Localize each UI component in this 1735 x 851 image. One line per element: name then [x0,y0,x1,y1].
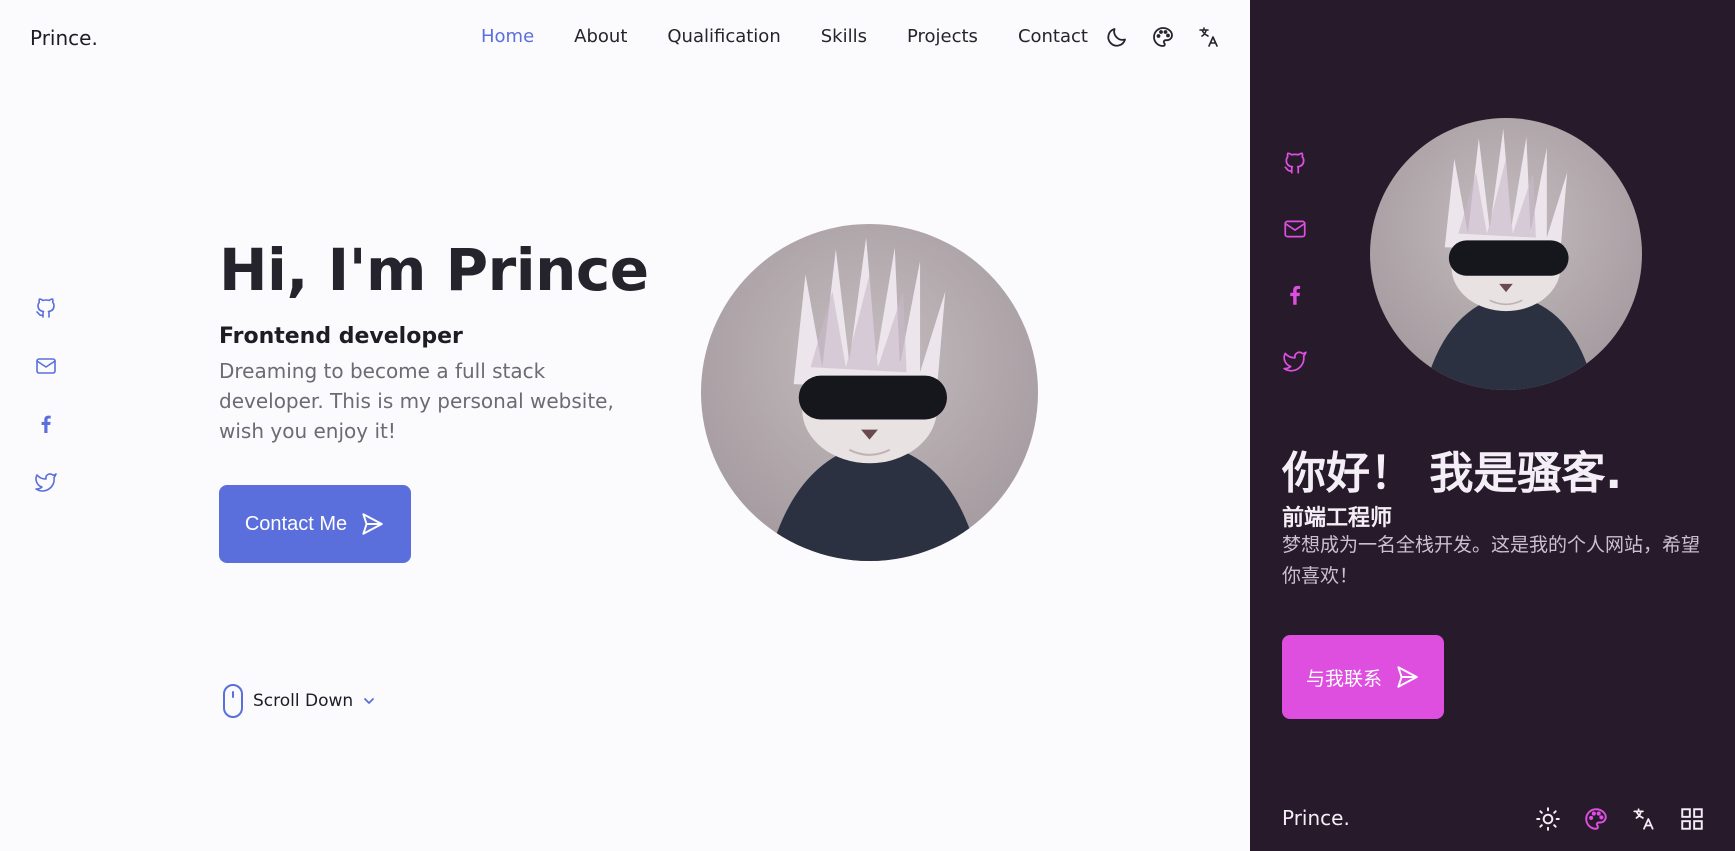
sun-icon[interactable] [1535,806,1561,836]
facebook-icon[interactable] [34,412,60,438]
dark-hero-subtitle: 前端工程师 [1282,506,1393,531]
send-icon [362,513,383,535]
grid-icon[interactable] [1679,806,1705,836]
translate-icon[interactable] [1196,24,1222,50]
dark-hero-title: 你好！ 我是骚客. [1282,448,1623,499]
dark-footer-icons [1535,806,1705,836]
scroll-down-link[interactable]: Scroll Down [221,683,377,719]
github-icon[interactable] [34,296,60,322]
twitter-icon[interactable] [34,470,60,496]
profile-avatar [701,224,1038,561]
contact-me-label: Contact Me [244,512,348,535]
hero-description: Dreaming to become a full stack develope… [219,359,614,443]
nav-projects[interactable]: Projects [907,26,978,47]
nav-skills[interactable]: Skills [821,26,867,47]
dark-profile-avatar [1370,118,1642,390]
brand-logo[interactable]: Prince. [30,26,98,50]
dark-hero-description: 梦想成为一名全栈开发。这是我的个人网站，希望你喜欢！ [1282,534,1701,587]
send-icon [1397,666,1418,688]
translate-icon[interactable] [1631,806,1657,836]
dark-contact-label: 与我联系 [1305,668,1382,690]
main-nav: Home About Qualification Skills Projects… [481,26,1128,47]
mail-icon[interactable] [1282,216,1308,246]
facebook-icon[interactable] [1282,282,1308,312]
dark-social-links [1282,150,1308,378]
moon-icon[interactable] [1104,24,1130,50]
dark-brand-logo[interactable]: Prince. [1282,806,1350,830]
palette-icon[interactable] [1150,24,1176,50]
dark-contact-button[interactable]: 与我联系 [1282,635,1444,719]
nav-qualification[interactable]: Qualification [667,26,780,47]
nav-home[interactable]: Home [481,26,534,47]
social-links [34,296,60,496]
mail-icon[interactable] [34,354,60,380]
scroll-down-label: Scroll Down [253,691,354,711]
hero-subtitle: Frontend developer [219,324,463,349]
palette-icon[interactable] [1583,806,1609,836]
contact-me-button[interactable]: Contact Me [219,485,411,563]
nav-about[interactable]: About [574,26,627,47]
mouse-icon [223,684,243,718]
twitter-icon[interactable] [1282,348,1308,378]
hero-title: Hi, I'm Prince [219,236,649,304]
nav-icon-group [1104,24,1222,50]
light-theme-panel: Prince. Home About Qualification Skills … [0,0,1250,851]
chevron-down-icon [364,698,375,704]
dark-theme-panel: 你好！ 我是骚客. 前端工程师 梦想成为一名全栈开发。这是我的个人网站，希望你喜… [1250,0,1735,851]
nav-contact[interactable]: Contact [1018,26,1088,47]
github-icon[interactable] [1282,150,1308,180]
